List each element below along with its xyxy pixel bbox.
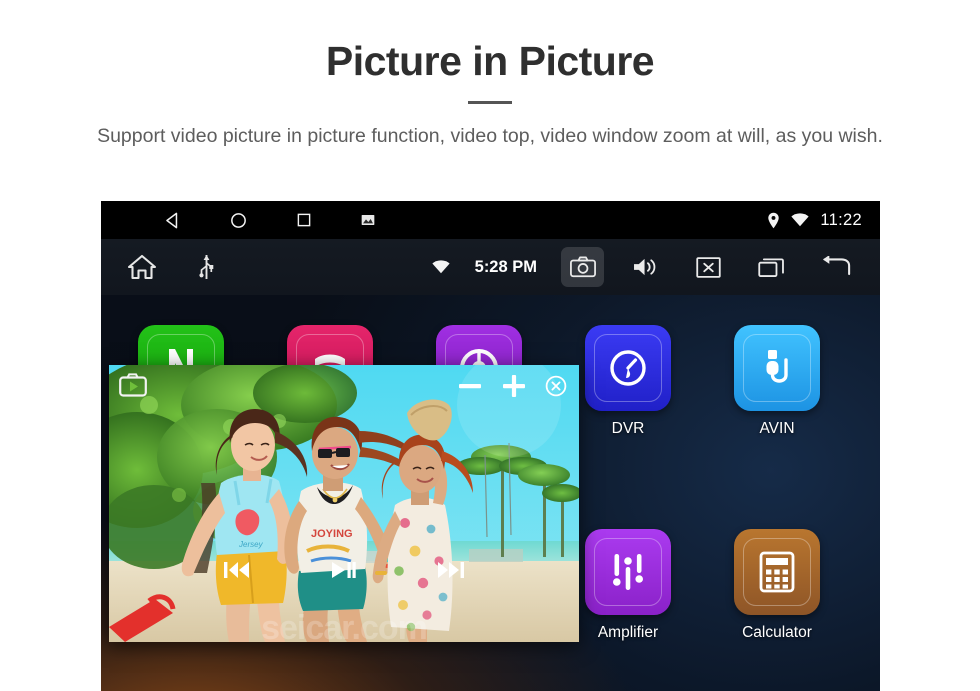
- wifi-icon: [432, 260, 450, 274]
- usb-icon[interactable]: [199, 254, 214, 281]
- app-item-amplifier[interactable]: Amplifier: [568, 529, 688, 642]
- toolbar-clock: 5:28 PM: [474, 257, 537, 276]
- pip-previous-button[interactable]: [223, 560, 251, 580]
- title-divider: [468, 101, 512, 105]
- device-screen: 11:22 5:28 PM DVR AVIN Amplifier Calcula…: [101, 201, 880, 691]
- pip-close-button[interactable]: [545, 375, 567, 397]
- screenshot-icon[interactable]: [360, 212, 376, 228]
- pip-play-pause-button[interactable]: [331, 560, 357, 580]
- marketing-page: Picture in Picture Support video picture…: [0, 0, 980, 691]
- video-watermark: seicar.com: [261, 609, 428, 642]
- svg-text:Jersey: Jersey: [238, 540, 264, 549]
- pip-camera-record-icon[interactable]: [119, 373, 147, 397]
- video-frame: Jersey JOYING: [109, 365, 579, 642]
- toolbar-left-group: [127, 253, 214, 281]
- home-circle-icon[interactable]: [229, 211, 248, 230]
- app-item-calculator[interactable]: Calculator: [717, 529, 837, 642]
- app-label: Calculator: [742, 624, 812, 641]
- toolbar-right-group: 5:28 PM: [432, 247, 856, 287]
- pip-playback-controls: [109, 560, 579, 580]
- avin-plug-icon: [734, 325, 820, 411]
- avin-plug-glyph: [757, 346, 797, 390]
- svg-text:JOYING: JOYING: [311, 528, 353, 540]
- pip-window-controls: [457, 373, 567, 399]
- recents-square-icon[interactable]: [295, 211, 313, 229]
- pip-window[interactable]: Jersey JOYING seicar.com: [109, 365, 579, 642]
- amplifier-glyph: [608, 551, 648, 593]
- calculator-icon: [734, 529, 820, 615]
- status-bar-indicators: 11:22: [767, 211, 862, 230]
- close-button[interactable]: [687, 247, 730, 287]
- pip-zoom-out-button[interactable]: [457, 373, 483, 399]
- app-label: AVIN: [759, 420, 795, 437]
- wifi-icon: [791, 213, 810, 227]
- back-triangle-icon[interactable]: [163, 211, 182, 230]
- app-label: DVR: [611, 420, 645, 437]
- status-bar-nav-group: [163, 211, 376, 230]
- app-label: Amplifier: [597, 624, 659, 641]
- status-bar-clock: 11:22: [820, 210, 862, 229]
- pip-zoom-in-button[interactable]: [501, 373, 527, 399]
- volume-button[interactable]: [624, 247, 667, 287]
- page-title: Picture in Picture: [325, 38, 655, 84]
- android-status-bar: 11:22: [101, 201, 880, 239]
- pip-video-surface[interactable]: Jersey JOYING seicar.com: [109, 365, 579, 642]
- pip-next-button[interactable]: [437, 560, 465, 580]
- system-toolbar: 5:28 PM: [101, 239, 880, 295]
- back-button[interactable]: [813, 247, 856, 287]
- app-item-dvr[interactable]: DVR: [568, 325, 688, 438]
- home-icon[interactable]: [127, 253, 157, 281]
- app-item-avin[interactable]: AVIN: [717, 325, 837, 438]
- page-subtitle: Support video picture in picture functio…: [97, 125, 883, 148]
- camera-button[interactable]: [561, 247, 604, 287]
- dvr-gauge-icon: [585, 325, 671, 411]
- dvr-gauge-glyph: [606, 346, 650, 390]
- calculator-glyph: [759, 551, 795, 593]
- amplifier-icon: [585, 529, 671, 615]
- location-pin-icon: [767, 212, 780, 229]
- recent-apps-button[interactable]: [750, 247, 793, 287]
